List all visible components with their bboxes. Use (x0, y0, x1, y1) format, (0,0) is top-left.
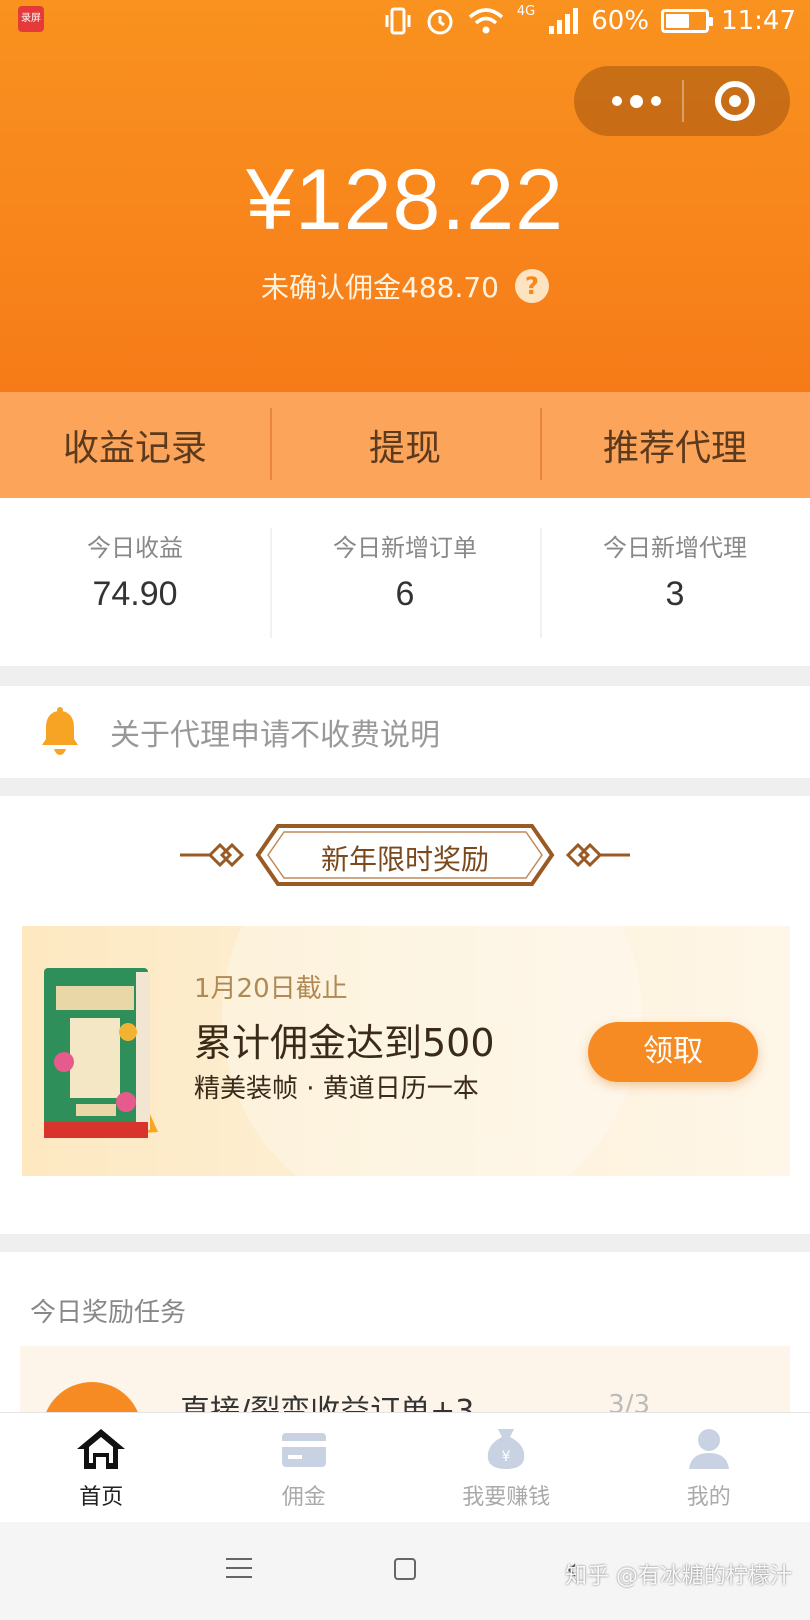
status-icons: 4G 60% 11:47 (383, 4, 796, 38)
tab-me[interactable]: 我的 (608, 1413, 810, 1522)
status-bar: 录屏 4G 60% 11:47 (0, 0, 810, 42)
today-stats: 今日收益 74.90 今日新增订单 6 今日新增代理 3 (0, 498, 810, 666)
clock: 11:47 (721, 6, 796, 36)
task-progress: 3/3 (608, 1390, 650, 1412)
more-menu-icon[interactable] (594, 66, 678, 136)
tasks-header: 今日奖励任务 (30, 1298, 187, 1328)
tab-label: 我要赚钱 (462, 1485, 551, 1510)
svg-text:¥: ¥ (502, 1449, 511, 1465)
stat-label: 今日新增订单 (333, 534, 477, 562)
promo-section-title: 新年限时奖励 (320, 843, 489, 876)
user-icon (688, 1429, 729, 1469)
promo-section: 新年限时奖励 1月20日截止 累计佣金达到500 精美装帧 · 黄道日历一本 领… (0, 796, 810, 1234)
card-icon (281, 1433, 326, 1467)
tab-label: 首页 (79, 1485, 124, 1510)
header: 录屏 4G 60% 11:47 ¥128.22 未确认佣金488.70 ? (0, 0, 810, 392)
money-bag-icon: ¥ (488, 1429, 525, 1469)
battery-icon (661, 9, 714, 33)
alarm-icon (427, 9, 453, 35)
promo-ribbon: 新年限时奖励 (0, 820, 810, 890)
stat-value: 6 (395, 575, 415, 613)
bell-icon (42, 707, 78, 755)
tab-commission[interactable]: 佣金 (203, 1413, 406, 1522)
task-icon (42, 1382, 142, 1412)
tab-label: 我的 (686, 1485, 731, 1510)
tab-label: 佣金 (281, 1485, 326, 1510)
network-type: 4G (516, 4, 536, 19)
bottom-tabbar: 首页 佣金 ¥ 我要赚钱 我的 (0, 1412, 810, 1522)
vibrate-icon (385, 7, 411, 35)
promo-title: 累计佣金达到500 (194, 1021, 495, 1065)
pending-commission-text: 未确认佣金488.70 (261, 271, 499, 304)
tab-home[interactable]: 首页 (0, 1413, 203, 1522)
balance-amount: ¥128.22 (246, 152, 564, 248)
watermark: 知乎 @有冰糖的柠檬汁 (565, 1564, 792, 1589)
stat-label: 今日新增代理 (603, 534, 747, 562)
reward-tasks: 今日奖励任务 直接/裂变收益订单+3 3/3 (0, 1252, 810, 1412)
miniprogram-capsule (574, 66, 790, 136)
stat-label: 今日收益 (87, 534, 183, 562)
pending-commission-row: 未确认佣金488.70 ? (0, 266, 810, 306)
earnings-record-button[interactable]: 收益记录 (0, 392, 270, 498)
claim-button[interactable]: 领取 (588, 1022, 758, 1082)
signal-icon (549, 8, 579, 34)
promo-subtitle: 精美装帧 · 黄道日历一本 (194, 1074, 479, 1104)
capsule-divider (682, 80, 684, 122)
recent-apps-icon[interactable] (226, 1558, 252, 1580)
task-name: 直接/裂变收益订单+3 (180, 1394, 475, 1412)
battery-percent: 60% (591, 6, 650, 36)
stat-value: 74.90 (92, 575, 178, 613)
task-item[interactable]: 直接/裂变收益订单+3 3/3 (20, 1346, 790, 1412)
promo-card[interactable]: 1月20日截止 累计佣金达到500 精美装帧 · 黄道日历一本 领取 (22, 926, 790, 1176)
battery-fill (666, 14, 689, 28)
close-miniprogram-icon[interactable] (715, 81, 755, 121)
notice-text: 关于代理申请不收费说明 (110, 718, 440, 753)
recommend-agent-button[interactable]: 推荐代理 (540, 392, 810, 498)
help-icon[interactable]: ? (514, 269, 549, 303)
notice-bar[interactable]: 关于代理申请不收费说明 (0, 686, 810, 778)
stat-today-agents: 今日新增代理 3 (540, 498, 810, 666)
home-icon (77, 1429, 126, 1469)
stat-today-earnings: 今日收益 74.90 (0, 498, 270, 666)
calendar-book-image (44, 968, 158, 1138)
stat-value: 3 (665, 575, 685, 613)
home-button-icon[interactable] (394, 1558, 416, 1580)
system-nav-bar: ‹ 知乎 @有冰糖的柠檬汁 (0, 1522, 810, 1620)
wifi-icon (468, 8, 504, 34)
tab-earn-money[interactable]: ¥ 我要赚钱 (405, 1413, 608, 1522)
stat-today-orders: 今日新增订单 6 (270, 498, 540, 666)
promo-deadline: 1月20日截止 (194, 974, 348, 1004)
action-bar: 收益记录 提现 推荐代理 (0, 392, 810, 498)
withdraw-button[interactable]: 提现 (270, 392, 540, 498)
app-badge: 录屏 (18, 6, 44, 32)
